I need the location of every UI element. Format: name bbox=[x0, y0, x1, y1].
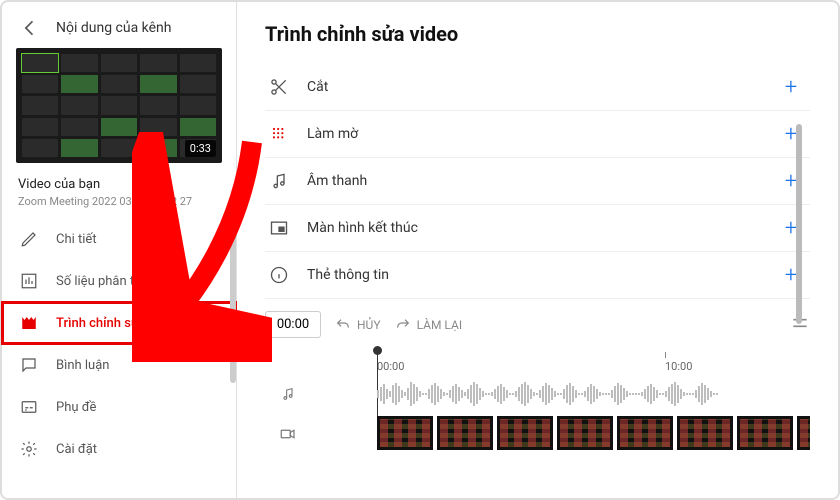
video-meta: Video của bạn Zoom Meeting 2022 03 30 08… bbox=[2, 171, 236, 218]
ruler-mark: 10:00 bbox=[665, 350, 692, 373]
page-title: Trình chỉnh sửa video bbox=[265, 22, 810, 46]
sidebar-header: Nội dung của kênh bbox=[2, 14, 236, 48]
thumbnail-duration: 0:33 bbox=[185, 140, 216, 157]
analytics-icon bbox=[20, 272, 38, 290]
tool-label: Cắt bbox=[307, 79, 328, 95]
plus-icon[interactable]: + bbox=[780, 76, 802, 98]
undo-label: HỦY bbox=[357, 318, 381, 332]
music-note-icon bbox=[269, 171, 289, 191]
tool-list-scrollbar[interactable] bbox=[796, 124, 802, 324]
video-track[interactable] bbox=[265, 414, 810, 454]
tool-row-cut[interactable]: Cắt + bbox=[265, 64, 810, 111]
main-panel: Trình chỉnh sửa video Cắt + bbox=[237, 2, 838, 498]
scissors-icon bbox=[269, 77, 289, 97]
blur-icon bbox=[269, 124, 289, 144]
video-filename: Zoom Meeting 2022 03 30 08 02 27 bbox=[18, 195, 220, 208]
video-user-title: Video của bạn bbox=[18, 177, 220, 192]
sidebar-scrollbar[interactable] bbox=[230, 14, 236, 486]
comments-icon bbox=[20, 356, 38, 374]
sidebar-nav: Chi tiết Số liệu phân tích Trình chỉnh s… bbox=[2, 218, 236, 470]
tool-label: Làm mờ bbox=[307, 126, 358, 142]
nav-item-editor[interactable]: Trình chỉnh sửa bbox=[2, 302, 236, 344]
tool-label: Thẻ thông tin bbox=[307, 267, 389, 283]
nav-item-comments[interactable]: Bình luận bbox=[2, 344, 236, 386]
nav-item-analytics[interactable]: Số liệu phân tích bbox=[2, 260, 236, 302]
tool-row-infocard[interactable]: Thẻ thông tin + bbox=[265, 252, 810, 299]
nav-label: Cài đặt bbox=[56, 442, 97, 457]
tool-label: Âm thanh bbox=[307, 173, 367, 189]
nav-item-settings[interactable]: Cài đặt bbox=[2, 428, 236, 470]
redo-icon bbox=[395, 317, 411, 333]
nav-item-subtitles[interactable]: Phụ đề bbox=[2, 386, 236, 428]
gear-icon bbox=[20, 440, 38, 458]
tool-row-audio[interactable]: Âm thanh + bbox=[265, 158, 810, 205]
endscreen-icon bbox=[269, 218, 289, 238]
tool-row-endscreen[interactable]: Màn hình kết thúc + bbox=[265, 205, 810, 252]
undo-icon bbox=[335, 317, 351, 333]
undo-button[interactable]: HỦY bbox=[335, 317, 381, 333]
back-arrow-icon[interactable] bbox=[20, 18, 40, 38]
clapperboard-icon bbox=[20, 314, 38, 332]
current-time-input[interactable]: 00:00 bbox=[265, 311, 321, 338]
timeline-controls: 00:00 HỦY LÀM LẠI bbox=[265, 299, 810, 344]
redo-label: LÀM LẠI bbox=[417, 318, 463, 332]
nav-label: Trình chỉnh sửa bbox=[56, 316, 146, 331]
info-icon bbox=[269, 265, 289, 285]
editor-tool-list: Cắt + Làm mờ + bbox=[265, 64, 810, 299]
tool-label: Màn hình kết thúc bbox=[307, 220, 418, 236]
nav-label: Số liệu phân tích bbox=[56, 274, 151, 289]
camera-icon bbox=[265, 425, 311, 443]
audio-track[interactable] bbox=[265, 374, 810, 414]
sidebar-title: Nội dung của kênh bbox=[56, 20, 172, 36]
video-thumbnail[interactable]: 0:33 bbox=[2, 48, 236, 171]
nav-item-details[interactable]: Chi tiết bbox=[2, 218, 236, 260]
nav-label: Phụ đề bbox=[56, 400, 96, 415]
redo-button[interactable]: LÀM LẠI bbox=[395, 317, 463, 333]
timeline-ruler: 00:00 10:00 bbox=[265, 350, 810, 374]
subtitles-icon bbox=[20, 398, 38, 416]
timeline[interactable]: 00:00 10:00 bbox=[265, 350, 810, 454]
ruler-mark: 00:00 bbox=[377, 350, 404, 373]
sidebar: Nội dung của kênh 0:33 Video của bạn Zoo… bbox=[2, 2, 237, 498]
tool-row-blur[interactable]: Làm mờ + bbox=[265, 111, 810, 158]
music-note-icon bbox=[265, 386, 311, 402]
nav-label: Bình luận bbox=[56, 358, 109, 373]
pencil-icon bbox=[20, 230, 38, 248]
nav-label: Chi tiết bbox=[56, 232, 97, 247]
